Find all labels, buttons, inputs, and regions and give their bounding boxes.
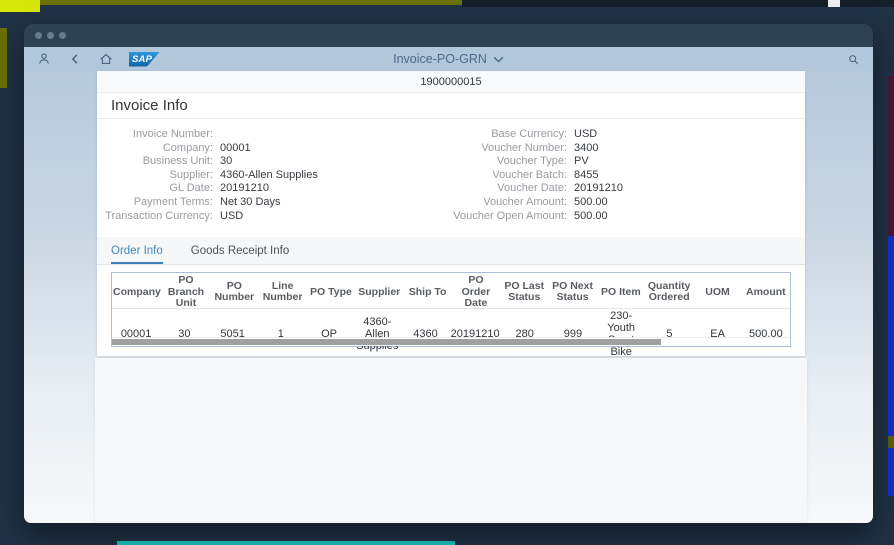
column-header-po-order-date: PO Order Date (452, 273, 500, 312)
po-table: Company PO Branch Unit PO Number Line Nu… (111, 272, 791, 347)
horizontal-scrollbar[interactable] (112, 337, 790, 346)
invoice-form: Invoice Number: Company: 00001 Business U… (97, 119, 805, 237)
field-label-company: Company: (97, 142, 213, 156)
window-titlebar (24, 24, 873, 47)
field-label-voucher-open-amount: Voucher Open Amount: (451, 210, 567, 224)
scrollbar-thumb[interactable] (112, 339, 661, 345)
field-label-voucher-type: Voucher Type: (451, 155, 567, 169)
column-header-po-branch-unit: PO Branch Unit (162, 273, 210, 312)
artifact-white-mark (828, 0, 840, 7)
person-icon[interactable] (36, 51, 52, 67)
app-title: Invoice-PO-GRN (393, 52, 487, 66)
cell-po-last-status: 280 (501, 309, 549, 359)
field-label-transaction-currency: Transaction Currency: (97, 210, 213, 224)
artifact-bottom-cyan-strip (117, 541, 455, 545)
field-value-voucher-number: 3400 (574, 142, 598, 156)
artifact-left-olive-strip (0, 28, 7, 88)
field-value-base-currency: USD (574, 128, 597, 142)
column-header-po-last-status: PO Last Status (500, 273, 548, 312)
cell-quantity-ordered: 5 (645, 309, 693, 359)
cell-po-number: 5051 (208, 309, 256, 359)
cell-company: 00001 (112, 309, 160, 359)
column-header-po-type: PO Type (307, 273, 355, 312)
column-header-amount: Amount (742, 273, 790, 312)
form-column-right: Base Currency: USD Voucher Number: 3400 Vo… (451, 128, 805, 223)
window-close-button[interactable] (35, 32, 42, 39)
section-title: Invoice Info (97, 93, 805, 119)
column-header-po-next-status: PO Next Status (548, 273, 596, 312)
window-maximize-button[interactable] (59, 32, 66, 39)
cell-uom: EA (694, 309, 742, 359)
home-icon[interactable] (98, 51, 114, 67)
cell-po-branch-unit: 30 (160, 309, 208, 359)
tab-order-info-label: Order Info (111, 245, 163, 257)
artifact-right-purple-strip (888, 76, 894, 236)
field-value-supplier: 4360-Allen Supplies (220, 169, 318, 183)
artifact-right-blue-strip (888, 236, 894, 496)
cell-po-order-date: 20191210 (450, 309, 501, 359)
po-table-header: Company PO Branch Unit PO Number Line Nu… (112, 273, 790, 309)
content-panel-empty (95, 358, 807, 521)
field-value-gl-date: 20191210 (220, 182, 269, 196)
app-window: SAP Invoice-PO-GRN 1900000015 (24, 24, 873, 523)
field-label-voucher-batch: Voucher Batch: (451, 169, 567, 183)
field-value-transaction-currency: USD (220, 210, 243, 224)
cell-line-number: 1 (257, 309, 305, 359)
column-header-po-item: PO Item (597, 273, 645, 312)
invoice-card: 1900000015 Invoice Info Invoice Number: … (97, 71, 805, 356)
field-label-supplier: Supplier: (97, 169, 213, 183)
cell-amount: 500.00 (742, 309, 790, 359)
column-header-ship-to: Ship To (403, 273, 451, 312)
artifact-top-olive-strip (0, 0, 462, 5)
chevron-down-icon (493, 55, 504, 63)
column-header-uom: UOM (693, 273, 741, 312)
column-header-quantity-ordered: Quantity Ordered (645, 273, 693, 312)
field-value-company: 00001 (220, 142, 251, 156)
shell-left-group: SAP (36, 51, 160, 67)
order-info-panel: Company PO Branch Unit PO Number Line Nu… (97, 265, 805, 356)
field-label-invoice-number: Invoice Number: (97, 128, 213, 142)
field-value-voucher-type: PV (574, 155, 589, 169)
column-header-line-number: Line Number (258, 273, 306, 312)
field-label-voucher-date: Voucher Date: (451, 182, 567, 196)
field-value-payment-terms: Net 30 Days (220, 196, 281, 210)
field-value-voucher-batch: 8455 (574, 169, 598, 183)
artifact-right-olive-strip (888, 436, 894, 448)
window-minimize-button[interactable] (47, 32, 54, 39)
column-header-supplier: Supplier (355, 273, 403, 312)
cell-po-item: 230-Youth Sport Bike (597, 309, 645, 359)
column-header-po-number: PO Number (210, 273, 258, 312)
shell-bar: SAP Invoice-PO-GRN (24, 47, 873, 71)
field-value-voucher-date: 20191210 (574, 182, 623, 196)
column-header-company: Company (112, 273, 162, 312)
artifact-yellow-corner (0, 0, 40, 12)
cell-supplier: 4360-Allen Supplies (353, 309, 401, 359)
object-number-strip: 1900000015 (97, 71, 805, 93)
tab-order-info[interactable]: Order Info (111, 237, 163, 264)
tab-strip: Order Info Goods Receipt Info (97, 237, 805, 265)
table-row[interactable]: 00001 30 5051 1 OP 4360-Allen Supplies 4… (112, 309, 790, 337)
form-column-left: Invoice Number: Company: 00001 Business U… (97, 128, 451, 223)
object-number: 1900000015 (420, 76, 481, 88)
tab-goods-receipt-info[interactable]: Goods Receipt Info (191, 237, 289, 264)
tab-goods-receipt-info-label: Goods Receipt Info (191, 245, 289, 257)
cell-po-type: OP (305, 309, 353, 359)
field-label-voucher-number: Voucher Number: (451, 142, 567, 156)
field-value-voucher-amount: 500.00 (574, 196, 608, 210)
search-icon[interactable] (845, 51, 861, 67)
field-label-business-unit: Business Unit: (97, 155, 213, 169)
cell-po-next-status: 999 (549, 309, 597, 359)
sap-logo[interactable]: SAP (129, 52, 160, 67)
field-label-gl-date: GL Date: (97, 182, 213, 196)
back-icon[interactable] (67, 51, 83, 67)
app-canvas: 1900000015 Invoice Info Invoice Number: … (24, 71, 873, 523)
field-label-payment-terms: Payment Terms: (97, 196, 213, 210)
cell-ship-to: 4360 (401, 309, 449, 359)
field-label-base-currency: Base Currency: (451, 128, 567, 142)
field-value-voucher-open-amount: 500.00 (574, 210, 608, 224)
field-label-voucher-amount: Voucher Amount: (451, 196, 567, 210)
field-value-business-unit: 30 (220, 155, 232, 169)
shell-right-group (845, 51, 861, 67)
